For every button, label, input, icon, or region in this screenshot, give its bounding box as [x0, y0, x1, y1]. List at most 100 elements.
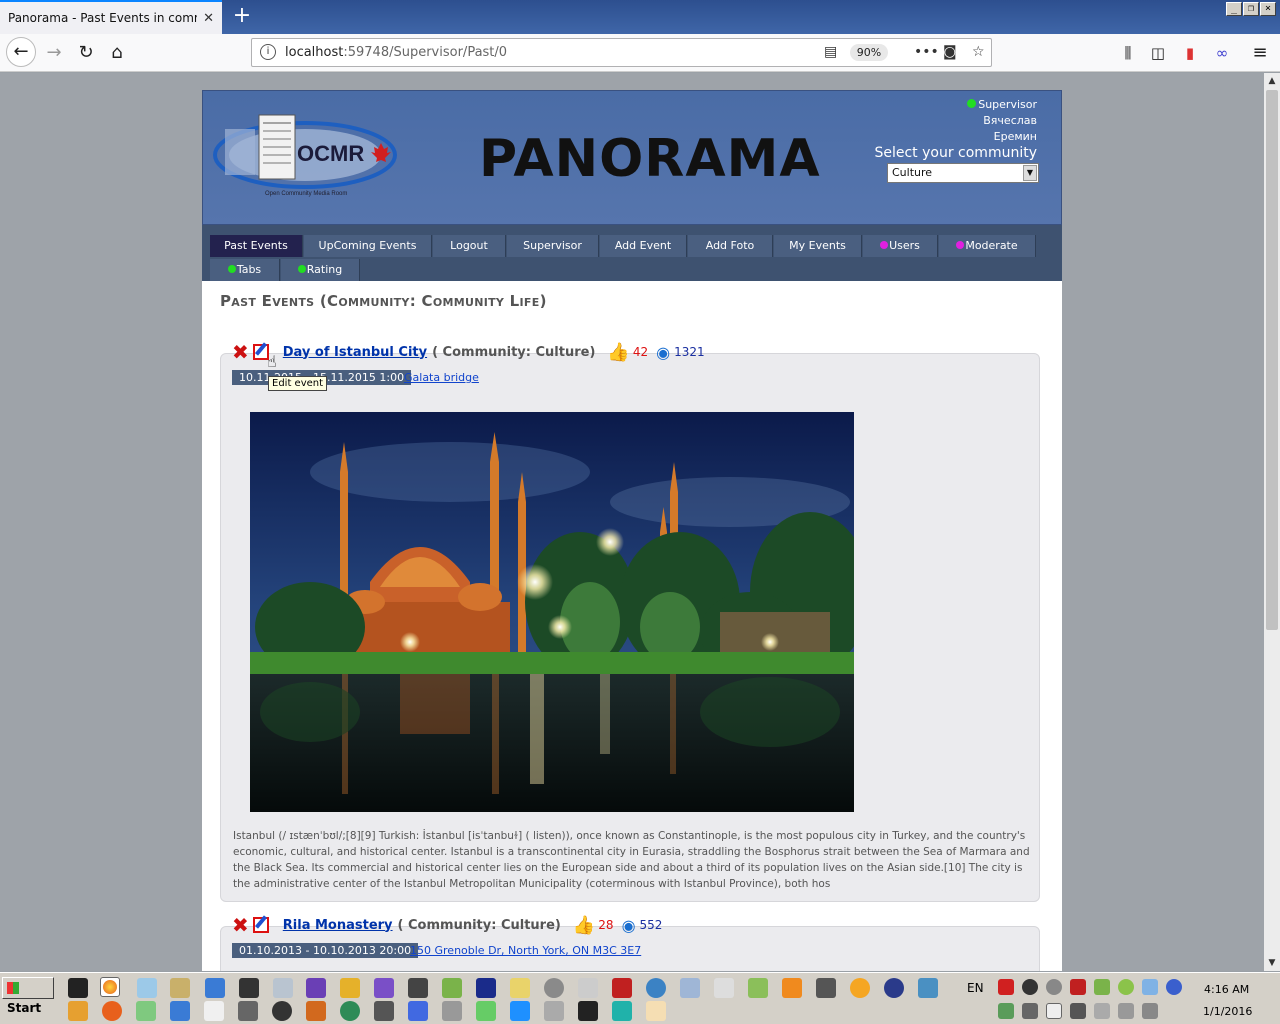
reader-view-icon[interactable]: ▤	[824, 44, 837, 60]
thumbs-up-icon[interactable]: 👍	[573, 915, 595, 936]
url-bar[interactable]: i localhost:59748/Supervisor/Past/0 ▤ 90…	[251, 38, 992, 67]
delete-icon[interactable]: ✖	[232, 913, 249, 937]
event-title-link[interactable]: Day of Istanbul City	[283, 345, 427, 360]
library-icon[interactable]: ⫼	[1114, 40, 1142, 66]
menu-users[interactable]: Users	[863, 235, 938, 257]
app-icon[interactable]	[476, 1001, 496, 1021]
fs-app-icon[interactable]	[239, 978, 259, 998]
tray-icon[interactable]	[1166, 979, 1182, 995]
edit-icon[interactable]	[252, 917, 269, 933]
scroll-up-icon[interactable]: ▲	[1264, 73, 1280, 89]
app-icon[interactable]	[170, 1001, 190, 1021]
community-select[interactable]: Culture ▼	[887, 163, 1039, 183]
tray-icon[interactable]	[998, 1003, 1014, 1019]
app-icon[interactable]	[408, 1001, 428, 1021]
tray-icon[interactable]	[1142, 979, 1158, 995]
event-place-link[interactable]: Galata bridge	[404, 371, 479, 384]
save-app-icon[interactable]	[476, 978, 496, 998]
close-window-button[interactable]: ×	[1260, 2, 1276, 16]
chrome-icon[interactable]	[544, 978, 564, 998]
folder-icon[interactable]	[646, 1001, 666, 1021]
event-title-link[interactable]: Rila Monastery	[283, 918, 393, 933]
firefox-icon[interactable]	[102, 1001, 122, 1021]
notes-app-icon[interactable]	[510, 978, 530, 998]
menu-add-foto[interactable]: Add Foto	[688, 235, 773, 257]
start-button[interactable]: Start	[2, 977, 54, 1015]
menu-my-events[interactable]: My Events	[774, 235, 862, 257]
network-tray-icon[interactable]	[1142, 1003, 1158, 1019]
url-text[interactable]: localhost:59748/Supervisor/Past/0	[285, 45, 507, 60]
tool-icon[interactable]	[273, 978, 293, 998]
app-icon[interactable]	[238, 1001, 258, 1021]
app-icon[interactable]	[612, 1001, 632, 1021]
clock-date[interactable]: 1/1/2016	[1203, 1005, 1252, 1018]
clock-time[interactable]: 4:16 AM	[1204, 983, 1249, 996]
delete-icon[interactable]: ✖	[232, 340, 249, 364]
menu-upcoming-events[interactable]: UpComing Events	[304, 235, 432, 257]
reload-button[interactable]: ↻	[72, 40, 100, 66]
app-icon[interactable]	[510, 1001, 530, 1021]
home-button[interactable]: ⌂	[103, 40, 131, 66]
app-icon[interactable]	[442, 1001, 462, 1021]
ocmr-logo[interactable]: OCMR Open Community Media Room	[213, 109, 403, 199]
chart-app-icon[interactable]	[918, 978, 938, 998]
flag-icon[interactable]	[1118, 1003, 1134, 1019]
forward-button[interactable]: →	[40, 40, 68, 66]
tray-icon[interactable]	[1046, 1003, 1062, 1019]
tray-icon[interactable]	[1118, 979, 1134, 995]
app-icon[interactable]	[544, 1001, 564, 1021]
pocket-icon[interactable]: ◙	[943, 44, 957, 60]
app-icon[interactable]	[272, 1001, 292, 1021]
tray-icon[interactable]	[1070, 979, 1086, 995]
app-icon[interactable]	[340, 1001, 360, 1021]
minimize-button[interactable]: _	[1226, 2, 1242, 16]
tab-close-icon[interactable]: ✕	[203, 11, 214, 26]
lock-icon[interactable]	[578, 1001, 598, 1021]
back-button[interactable]: ←	[6, 37, 36, 67]
eclipse-icon[interactable]	[884, 978, 904, 998]
menu-rating[interactable]: Rating	[281, 259, 360, 281]
menu-past-events[interactable]: Past Events	[210, 235, 303, 257]
filezilla-icon[interactable]	[612, 978, 632, 998]
notepad-icon[interactable]	[137, 978, 157, 998]
window-app-icon[interactable]	[578, 978, 598, 998]
browser-tab[interactable]: Panorama - Past Events in community 0 ✕	[0, 0, 222, 34]
scroll-down-icon[interactable]: ▼	[1264, 955, 1280, 971]
menu-add-event[interactable]: Add Event	[600, 235, 687, 257]
bookmark-star-icon[interactable]: ☆	[972, 44, 985, 60]
language-indicator[interactable]: EN	[967, 981, 984, 995]
app-icon[interactable]	[374, 1001, 394, 1021]
tray-icon[interactable]	[1070, 1003, 1086, 1019]
sidebar-icon[interactable]: ◫	[1144, 40, 1172, 66]
globe-icon[interactable]	[646, 978, 666, 998]
scrollbar-thumb[interactable]	[1266, 90, 1278, 630]
calendar-icon[interactable]	[714, 978, 734, 998]
site-info-icon[interactable]: i	[260, 44, 276, 60]
terminal-icon[interactable]	[816, 978, 836, 998]
tray-icon[interactable]	[1094, 979, 1110, 995]
event-place-link[interactable]: 150 Grenoble Dr, North York, ON M3C 3E7	[410, 944, 641, 957]
menu-icon[interactable]: ≡	[1246, 40, 1274, 66]
extension-2-icon[interactable]: ∞	[1208, 40, 1236, 66]
network-icon[interactable]	[205, 978, 225, 998]
new-tab-button[interactable]: +	[230, 3, 254, 29]
thumbs-up-icon[interactable]: 👍	[607, 342, 629, 363]
page-actions-icon[interactable]: •••	[914, 44, 939, 60]
vlc-icon[interactable]	[782, 978, 802, 998]
menu-tabs[interactable]: Tabs	[210, 259, 280, 281]
paint-icon[interactable]	[170, 978, 190, 998]
headphones-icon[interactable]	[850, 978, 870, 998]
tray-icon[interactable]	[1022, 979, 1038, 995]
page-scrollbar[interactable]: ▲ ▼	[1264, 73, 1280, 971]
pen-app-icon[interactable]	[442, 978, 462, 998]
menu-logout[interactable]: Logout	[433, 235, 506, 257]
folder-app-icon[interactable]	[340, 978, 360, 998]
cmd-icon[interactable]	[68, 978, 88, 998]
extension-icon[interactable]: ▮	[1176, 40, 1204, 66]
infinity-app-icon[interactable]	[306, 978, 326, 998]
app-icon[interactable]	[204, 1001, 224, 1021]
puzzle-icon[interactable]	[680, 978, 700, 998]
volume-icon[interactable]	[1094, 1003, 1110, 1019]
menu-supervisor[interactable]: Supervisor	[507, 235, 599, 257]
sql-app-icon[interactable]	[408, 978, 428, 998]
